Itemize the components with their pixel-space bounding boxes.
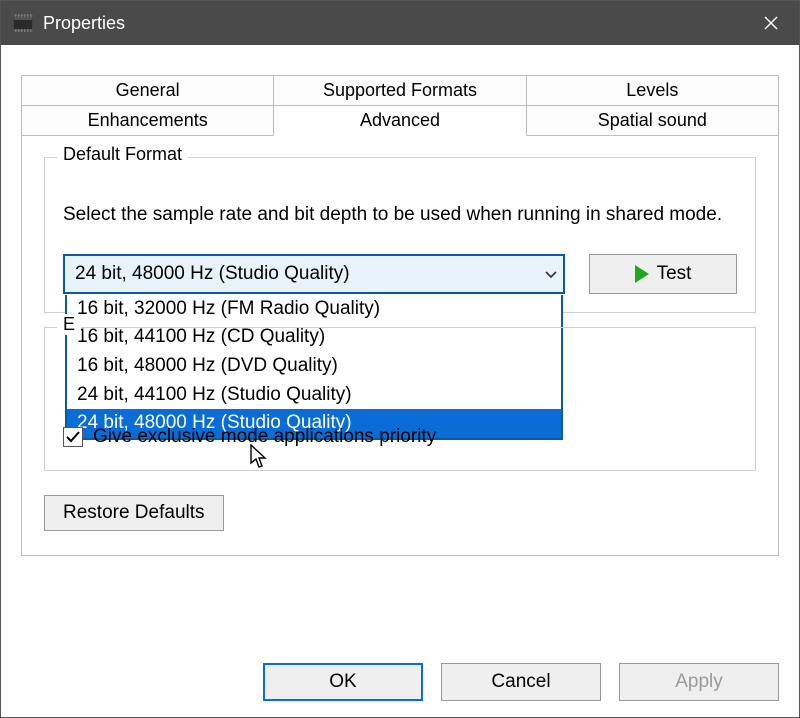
- group-default-format: Default Format Select the sample rate an…: [44, 157, 756, 313]
- test-button-label: Test: [657, 263, 692, 285]
- restore-defaults-button[interactable]: Restore Defaults: [44, 495, 224, 531]
- apply-button[interactable]: Apply: [619, 663, 779, 701]
- give-priority-checkbox[interactable]: [63, 427, 83, 447]
- tab-body-advanced: Default Format Select the sample rate an…: [21, 135, 779, 556]
- tab-advanced[interactable]: Advanced: [273, 105, 526, 136]
- play-icon: [635, 265, 649, 283]
- tabs-row-2: Enhancements Advanced Spatial sound: [21, 105, 779, 136]
- tab-supported-formats[interactable]: Supported Formats: [273, 75, 526, 106]
- test-button[interactable]: Test: [589, 254, 737, 294]
- close-icon: [764, 16, 778, 30]
- group-exclusive-mode: E Give exclusive mode applications prior…: [44, 327, 756, 471]
- properties-window: Properties General Supported Formats Lev…: [0, 0, 800, 718]
- tabs-row-1: General Supported Formats Levels: [21, 75, 779, 106]
- default-format-row: 24 bit, 48000 Hz (Studio Quality) 16 bit…: [63, 254, 737, 294]
- cancel-button[interactable]: Cancel: [441, 663, 601, 701]
- window-icon: [13, 14, 33, 32]
- tab-levels[interactable]: Levels: [526, 75, 779, 106]
- tab-spatial-sound[interactable]: Spatial sound: [526, 105, 779, 136]
- default-format-combobox[interactable]: 24 bit, 48000 Hz (Studio Quality) 16 bit…: [63, 254, 565, 294]
- close-button[interactable]: [747, 1, 795, 45]
- combobox-value: 24 bit, 48000 Hz (Studio Quality): [75, 263, 350, 285]
- give-priority-label: Give exclusive mode applications priorit…: [93, 426, 436, 448]
- tab-enhancements[interactable]: Enhancements: [21, 105, 274, 136]
- checkmark-icon: [65, 429, 81, 445]
- client-area: General Supported Formats Levels Enhance…: [1, 45, 799, 647]
- format-option-0[interactable]: 16 bit, 32000 Hz (FM Radio Quality): [67, 295, 561, 324]
- ok-button[interactable]: OK: [263, 663, 423, 701]
- titlebar: Properties: [1, 1, 799, 45]
- dialog-footer: OK Cancel Apply: [1, 647, 799, 717]
- tab-general[interactable]: General: [21, 75, 274, 106]
- group-exclusive-mode-legend: E: [57, 314, 81, 335]
- chevron-down-icon: [535, 266, 557, 282]
- default-format-description: Select the sample rate and bit depth to …: [63, 202, 737, 228]
- group-default-format-legend: Default Format: [57, 144, 188, 165]
- window-title: Properties: [43, 13, 747, 34]
- give-priority-row: Give exclusive mode applications priorit…: [63, 342, 737, 448]
